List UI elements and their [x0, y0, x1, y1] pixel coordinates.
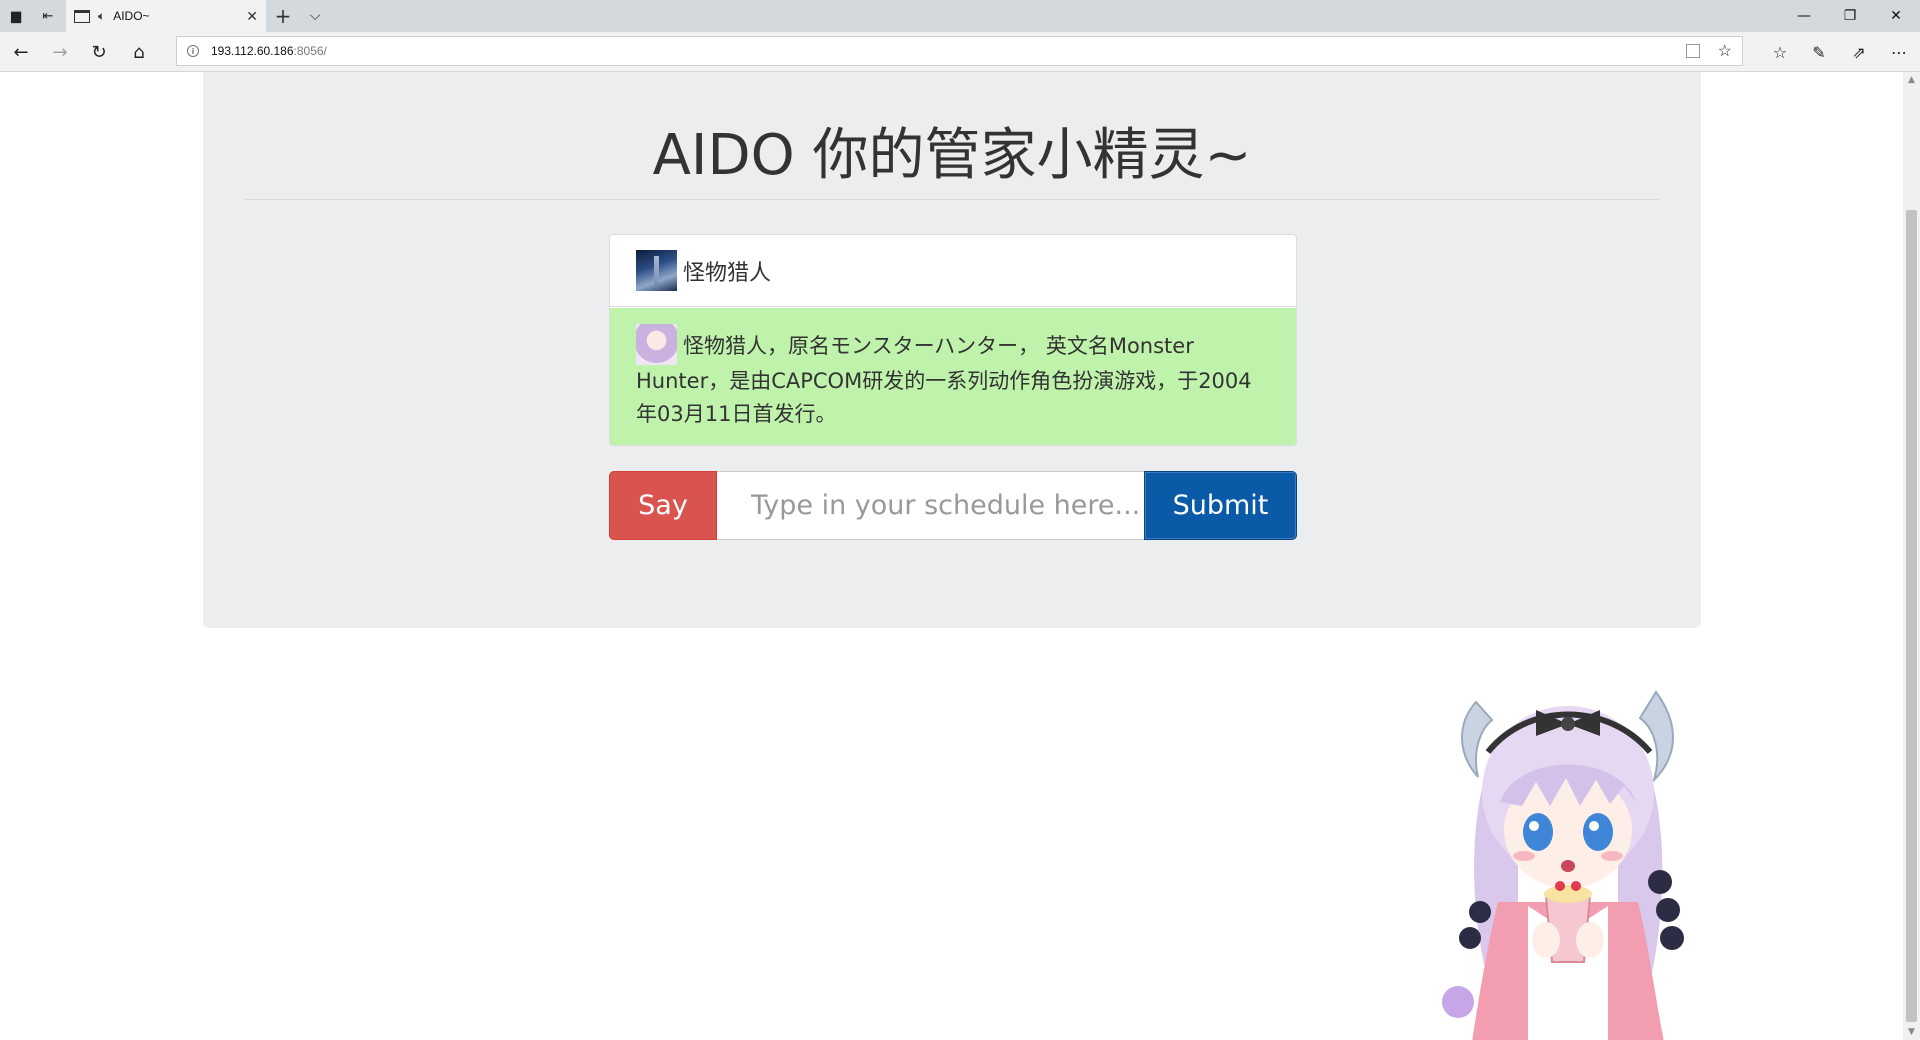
jumbotron: AIDO 你的管家小精灵~ 怪物猎人 怪物猎人，原名モンスターハンター， 英文名…: [203, 72, 1701, 628]
tab-actions-icon[interactable]: ▆: [6, 6, 26, 26]
user-message: 怪物猎人: [610, 235, 1296, 307]
tab-list-chevron-icon[interactable]: ⌵: [304, 4, 326, 28]
minimize-button[interactable]: —: [1781, 0, 1827, 32]
divider: [245, 199, 1659, 200]
home-icon[interactable]: ⌂: [126, 40, 152, 64]
url-port: :8056/: [293, 44, 327, 58]
page-icon: [74, 9, 90, 23]
submit-button[interactable]: Submit: [1144, 471, 1297, 540]
speaker-icon[interactable]: 🔈︎: [98, 9, 105, 24]
schedule-form: Say Submit: [609, 471, 1297, 540]
site-info-icon[interactable]: i: [187, 45, 199, 57]
share-icon[interactable]: ⇗: [1846, 40, 1872, 64]
restore-button[interactable]: ❐: [1827, 0, 1873, 32]
bot-message: 怪物猎人，原名モンスターハンター， 英文名Monster Hunter，是由CA…: [610, 308, 1296, 445]
browser-title-bar: ▆ ⇤ 🔈︎ AIDO~ ✕ + ⌵ — ❐ ✕: [0, 0, 1920, 32]
browser-nav-bar: ← → ↻ ⌂ i 193.112.60.186:8056/ ☆ ☆ ✎ ⇗ ⋯: [0, 32, 1920, 72]
favorites-list-icon[interactable]: ☆: [1767, 40, 1793, 64]
user-avatar: [636, 250, 677, 291]
new-tab-button[interactable]: +: [272, 4, 294, 28]
page-title: AIDO 你的管家小精灵~: [652, 123, 1252, 188]
back-arrow-icon[interactable]: ←: [8, 40, 34, 64]
more-icon[interactable]: ⋯: [1886, 40, 1912, 64]
reading-view-icon[interactable]: [1686, 44, 1700, 58]
page-scrollbar[interactable]: ▲ ▼: [1903, 72, 1920, 1040]
address-bar[interactable]: i 193.112.60.186:8056/ ☆: [176, 36, 1743, 66]
browser-tab[interactable]: 🔈︎ AIDO~ ✕: [66, 0, 266, 32]
tab-title: AIDO~: [113, 9, 150, 23]
set-aside-tabs-icon[interactable]: ⇤: [38, 6, 58, 26]
scroll-up-arrow-icon[interactable]: ▲: [1903, 72, 1920, 88]
refresh-icon[interactable]: ↻: [86, 40, 112, 64]
user-message-text: 怪物猎人: [683, 260, 772, 286]
bot-avatar: [636, 324, 677, 365]
mascot-illustration: [1442, 690, 1684, 1040]
schedule-input[interactable]: [717, 471, 1144, 540]
forward-arrow-icon[interactable]: →: [47, 40, 73, 64]
star-icon[interactable]: ☆: [1718, 41, 1732, 61]
pen-icon[interactable]: ✎: [1806, 40, 1832, 64]
scroll-thumb[interactable]: [1906, 210, 1917, 1022]
url-host: 193.112.60.186: [211, 44, 294, 58]
close-window-button[interactable]: ✕: [1873, 0, 1919, 32]
chat-panel: 怪物猎人 怪物猎人，原名モンスターハンター， 英文名Monster Hunter…: [609, 234, 1297, 446]
say-button[interactable]: Say: [609, 471, 717, 540]
bot-message-text: 怪物猎人，原名モンスターハンター， 英文名Monster Hunter，是由CA…: [636, 334, 1252, 426]
page-viewport: AIDO 你的管家小精灵~ 怪物猎人 怪物猎人，原名モンスターハンター， 英文名…: [0, 72, 1903, 1040]
scroll-down-arrow-icon[interactable]: ▼: [1903, 1024, 1920, 1040]
tab-close-icon[interactable]: ✕: [246, 8, 258, 25]
